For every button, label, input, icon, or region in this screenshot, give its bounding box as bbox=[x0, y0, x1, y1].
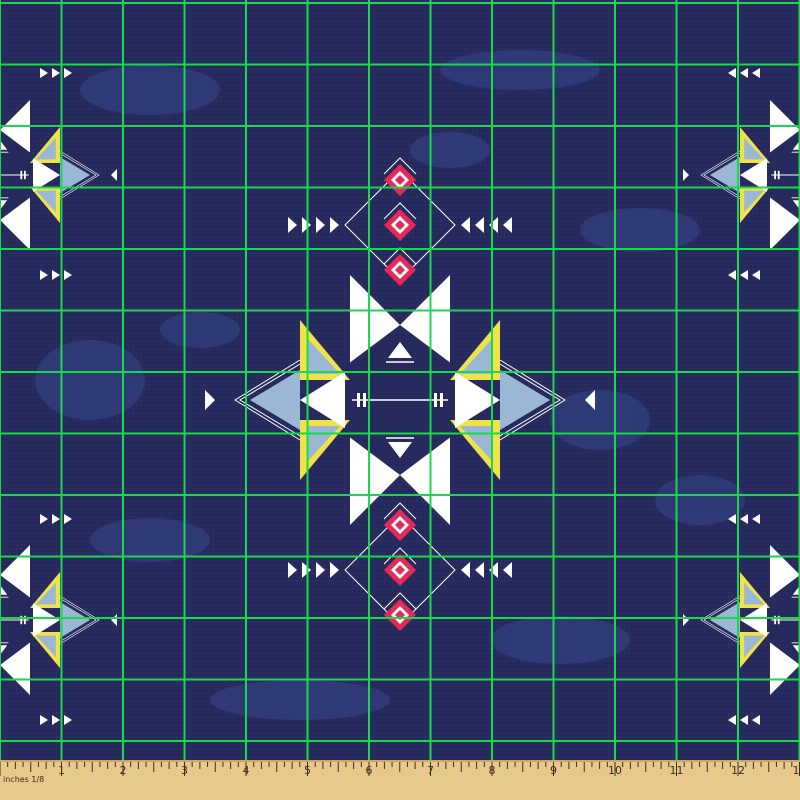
ruler-number: 2 bbox=[120, 764, 127, 777]
ruler-number: 9 bbox=[550, 764, 557, 777]
ruler-number: 6 bbox=[366, 764, 373, 777]
fabric-image: 12345678910111213 inches 1/8 bbox=[0, 0, 800, 800]
ruler-number: 10 bbox=[608, 764, 622, 777]
ruler-number: 11 bbox=[670, 764, 684, 777]
ruler-number: 8 bbox=[489, 764, 496, 777]
ruler-number: 4 bbox=[243, 764, 250, 777]
ruler: 12345678910111213 bbox=[0, 760, 800, 800]
ruler-number: 12 bbox=[731, 764, 745, 777]
ruler-number: 3 bbox=[181, 764, 188, 777]
ruler-number: 1 bbox=[58, 764, 65, 777]
measurement-grid bbox=[0, 0, 800, 760]
ruler-number: 7 bbox=[427, 764, 434, 777]
ruler-number: 13 bbox=[793, 764, 800, 777]
ruler-caption: inches 1/8 bbox=[3, 775, 45, 784]
ruler-number: 5 bbox=[304, 764, 311, 777]
